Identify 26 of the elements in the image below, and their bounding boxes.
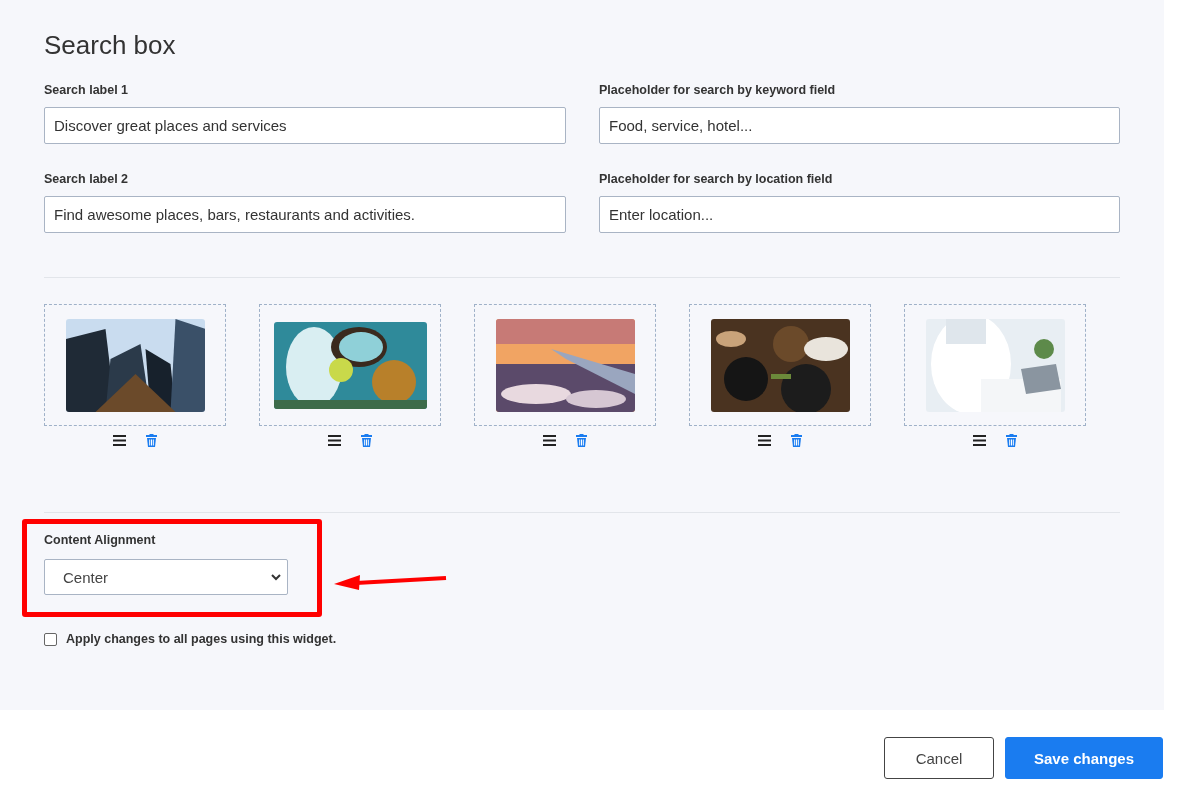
drag-handle-icon[interactable]	[328, 434, 341, 446]
trash-icon[interactable]	[361, 433, 372, 447]
field-label: Placeholder for search by keyword field	[599, 83, 837, 97]
field-label: Search label 1	[44, 83, 130, 97]
field-label: Placeholder for search by location field	[599, 172, 834, 186]
cancel-button[interactable]: Cancel	[884, 737, 994, 779]
drag-handle-icon[interactable]	[758, 434, 771, 446]
trash-icon[interactable]	[146, 433, 157, 447]
section-title: Search box	[44, 30, 177, 61]
alignment-dropdown[interactable]: Center	[44, 559, 288, 595]
text-field[interactable]: Enter location...	[599, 196, 1120, 233]
caret-icon	[271, 573, 281, 581]
text-field[interactable]: Food, service, hotel...	[599, 107, 1120, 144]
checkbox[interactable]	[44, 632, 57, 646]
checkbox-label: Apply changes to all pages using this widget.	[66, 632, 337, 646]
field-label: Content Alignment	[44, 533, 157, 547]
field-label: Search label 2	[44, 172, 130, 186]
trash-icon[interactable]	[576, 433, 587, 447]
drag-handle-icon[interactable]	[113, 434, 126, 446]
text-field[interactable]: Discover great places and services	[44, 107, 566, 144]
drag-handle-icon[interactable]	[973, 434, 986, 446]
text-field[interactable]: Find awesome places, bars, restaurants and activities.	[44, 196, 566, 233]
drag-handle-icon[interactable]	[543, 434, 556, 446]
trash-icon[interactable]	[1006, 433, 1017, 447]
trash-icon[interactable]	[791, 433, 802, 447]
save-button[interactable]: Save changes	[1005, 737, 1163, 779]
